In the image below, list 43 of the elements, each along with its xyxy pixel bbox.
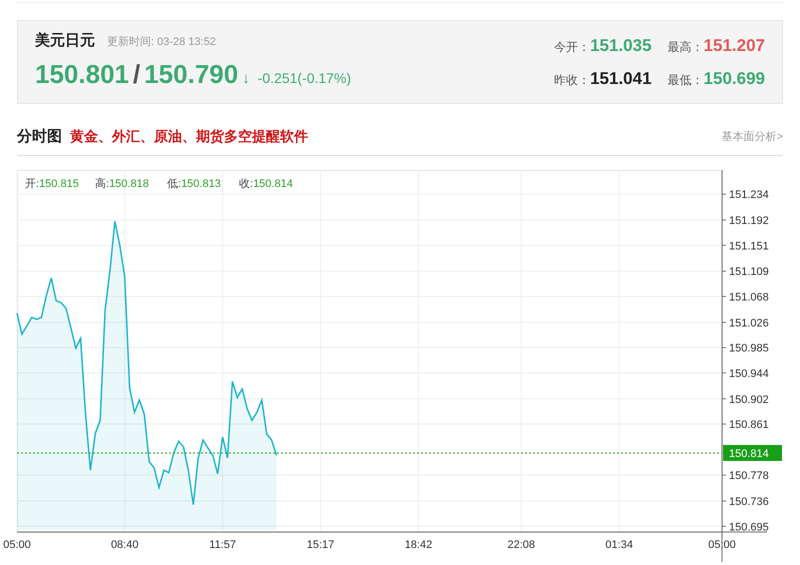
- y-tick-label: 150.985: [729, 342, 769, 354]
- y-tick-label: 150.861: [729, 418, 769, 431]
- stat-label: 今开：: [554, 38, 590, 56]
- y-tick-label: 150.695: [729, 520, 769, 533]
- ohlc-legend-item: 低:150.813: [167, 178, 221, 190]
- x-tick-label: 18:42: [404, 538, 432, 550]
- stat-label: 最低：: [668, 72, 704, 89]
- section-title: 分时图: [17, 127, 62, 147]
- stat-value: 151.041: [590, 68, 652, 90]
- y-tick-label: 150.944: [729, 367, 769, 380]
- x-tick-label: 22:08: [508, 538, 536, 550]
- analysis-link[interactable]: 基本面分析>: [722, 129, 783, 146]
- y-tick-label: 150.902: [729, 393, 769, 406]
- price-separator: /: [132, 58, 140, 91]
- y-tick-label: 150.736: [729, 496, 769, 508]
- bid-price: 150.801: [35, 58, 129, 91]
- y-tick-label: 150.778: [729, 470, 769, 482]
- x-tick-label: 08:40: [110, 538, 138, 550]
- x-tick-label: 01:34: [605, 538, 633, 550]
- x-tick-label: 15:17: [306, 538, 334, 550]
- ohlc-legend-item: 开:150.815: [25, 178, 79, 190]
- ohlc-legend-item: 收:150.814: [239, 178, 293, 190]
- x-tick-label: 05:00: [3, 538, 31, 550]
- price-change: -0.251(-0.17%): [258, 68, 352, 88]
- promo-link[interactable]: 黄金、外汇、原油、期货多空提醒软件: [70, 126, 308, 147]
- x-tick-label: 11:57: [209, 538, 236, 550]
- stat-value: 150.699: [704, 68, 765, 90]
- ohlc-legend-item: 高:150.818: [95, 178, 149, 190]
- stat-label: 昨收：: [554, 72, 590, 89]
- last-price-tag: 150.814: [723, 444, 782, 460]
- ask-price: 150.790: [144, 58, 238, 91]
- y-tick-label: 151.192: [729, 214, 769, 227]
- y-tick-label: 151.234: [729, 188, 769, 201]
- y-tick-label: 151.026: [729, 316, 769, 329]
- symbol-title: 美元日元: [35, 30, 95, 52]
- stat-label: 最高：: [668, 38, 704, 56]
- y-tick-label: 151.068: [729, 290, 769, 303]
- down-arrow: ↓: [242, 68, 250, 89]
- stat-value: 151.035: [590, 34, 652, 56]
- y-tick-label: 151.151: [729, 240, 769, 252]
- stat-value: 151.207: [704, 34, 765, 56]
- y-tick-label: 151.109: [729, 266, 769, 278]
- update-time: 更新时间: 03-28 13:52: [107, 34, 216, 50]
